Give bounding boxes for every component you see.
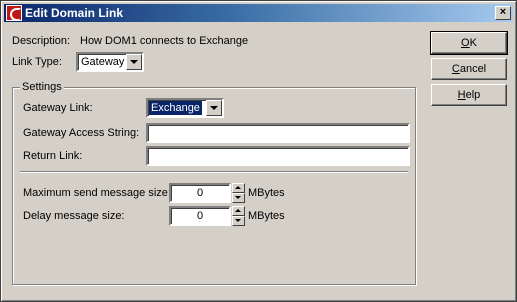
app-icon [6, 5, 22, 21]
help-label-rest: elp [465, 89, 481, 101]
close-button[interactable]: × [495, 6, 511, 20]
settings-divider [20, 171, 408, 173]
help-mnemonic: H [457, 89, 466, 101]
title-bar[interactable]: Edit Domain Link × [4, 4, 513, 22]
gateway-access-string-label: Gateway Access String: [23, 127, 140, 139]
link-type-label: Link Type: [12, 56, 62, 68]
ok-mnemonic: O [461, 37, 470, 49]
link-type-dropdown[interactable]: Gateway [76, 52, 144, 72]
return-link-label: Return Link: [23, 150, 83, 162]
delay-size-unit: MBytes [248, 210, 285, 222]
chevron-down-icon[interactable] [126, 54, 142, 70]
max-send-size-input[interactable] [169, 183, 231, 203]
max-send-size-spinner[interactable] [232, 183, 245, 203]
link-type-value: Gateway [81, 56, 125, 68]
spin-up-icon[interactable] [232, 206, 245, 216]
cancel-mnemonic: C [451, 63, 460, 75]
window-title: Edit Domain Link [25, 6, 124, 20]
max-send-size-label: Maximum send message size: [23, 187, 171, 199]
spin-down-icon[interactable] [232, 216, 245, 226]
gateway-link-label: Gateway Link: [23, 102, 93, 114]
settings-group-title: Settings [20, 81, 64, 93]
spin-down-icon[interactable] [232, 193, 245, 203]
gateway-access-string-input[interactable] [146, 123, 410, 143]
edit-domain-link-dialog: Edit Domain Link × Description: How DOM1… [0, 0, 517, 302]
max-send-size-unit: MBytes [248, 187, 285, 199]
cancel-label-rest: ancel [459, 63, 487, 75]
cancel-button[interactable]: Cancel [431, 58, 507, 80]
description-label: Description: [12, 35, 71, 47]
delay-size-input[interactable] [169, 206, 231, 226]
chevron-down-icon[interactable] [206, 100, 222, 116]
delay-size-spinner[interactable] [232, 206, 245, 226]
ok-button[interactable]: OK [430, 31, 508, 55]
delay-size-label: Delay message size: [23, 210, 125, 222]
spin-up-icon[interactable] [232, 183, 245, 193]
gateway-link-dropdown[interactable]: Exchange [146, 98, 224, 118]
close-icon: × [499, 6, 507, 18]
delay-size-field [169, 206, 231, 226]
return-link-input[interactable] [146, 146, 410, 166]
help-button[interactable]: Help [431, 84, 507, 106]
ok-label-rest: K [469, 37, 477, 49]
description-value: How DOM1 connects to Exchange [80, 35, 249, 47]
gateway-link-value: Exchange [149, 101, 202, 115]
max-send-size-field [169, 183, 231, 203]
